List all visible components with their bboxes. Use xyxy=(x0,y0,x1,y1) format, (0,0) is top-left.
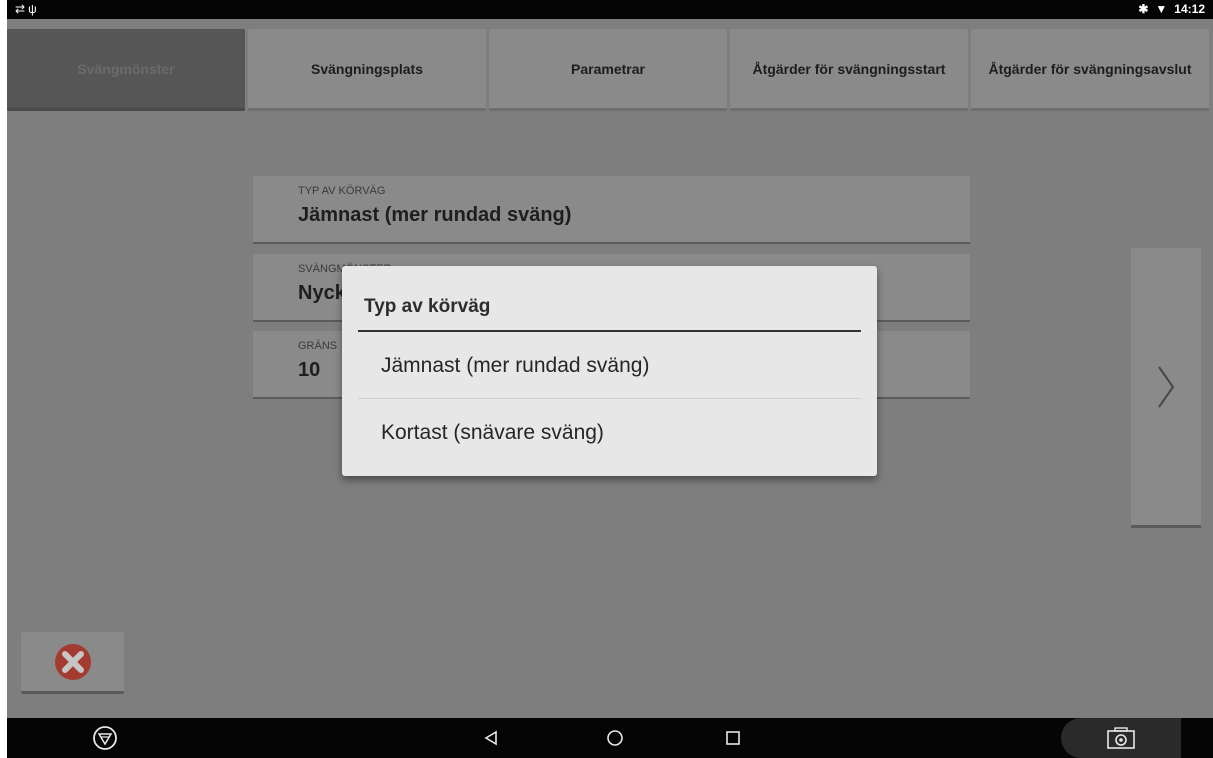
tab-atgarder-avslut[interactable]: Åtgärder för svängningsavslut xyxy=(971,29,1209,111)
next-button[interactable] xyxy=(1131,248,1201,528)
back-icon xyxy=(484,730,497,746)
route-type-dialog: Typ av körväg Jämnast (mer rundad sväng)… xyxy=(342,266,877,476)
field-value: Jämnast (mer rundad sväng) xyxy=(298,204,572,226)
tab-bar: Svängmönster Svängningsplats Parametrar … xyxy=(7,29,1213,113)
dialog-title: Typ av körväg xyxy=(364,296,491,317)
tab-parametrar[interactable]: Parametrar xyxy=(489,29,727,111)
shutdown-button[interactable] xyxy=(89,718,121,758)
cancel-button[interactable] xyxy=(21,632,124,694)
tab-svangmonster[interactable]: Svängmönster xyxy=(7,29,245,111)
home-icon xyxy=(607,730,623,746)
close-icon xyxy=(54,643,91,680)
back-button[interactable] xyxy=(479,718,503,758)
nav-bar xyxy=(7,718,1213,758)
signal-icon: ⇄ xyxy=(15,2,29,16)
wifi-icon: ▼ xyxy=(1155,2,1168,16)
tab-atgarder-start[interactable]: Åtgärder för svängningsstart xyxy=(730,29,968,111)
status-bar: ⇄ψ ✱ ▼ 14:12 xyxy=(7,0,1213,19)
clock: 14:12 xyxy=(1174,2,1205,16)
option-shortest[interactable]: Kortast (snävare sväng) xyxy=(358,400,861,466)
field-label: GRÄNS xyxy=(298,340,338,352)
option-smoothest[interactable]: Jämnast (mer rundad sväng) xyxy=(358,333,861,399)
triangle-down-circle-icon xyxy=(93,726,117,750)
field-value: 10 xyxy=(298,359,321,381)
dialog-divider xyxy=(358,330,861,332)
status-right: ✱ ▼ 14:12 xyxy=(1138,2,1205,16)
chevron-right-icon xyxy=(1158,365,1175,408)
status-left-icons: ⇄ψ xyxy=(15,2,40,16)
usb-icon: ψ xyxy=(28,2,40,16)
field-label: TYP AV KÖRVÄG xyxy=(298,185,386,197)
tab-svangningsplats[interactable]: Svängningsplats xyxy=(248,29,486,111)
camera-icon xyxy=(1107,727,1135,749)
screen: ⇄ψ ✱ ▼ 14:12 Svängmönster Svängningsplat… xyxy=(7,0,1213,758)
bluetooth-icon: ✱ xyxy=(1138,2,1149,16)
recents-button[interactable] xyxy=(721,718,745,758)
home-button[interactable] xyxy=(603,718,627,758)
field-typ-av-korvag[interactable]: TYP AV KÖRVÄG Jämnast (mer rundad sväng) xyxy=(253,176,970,244)
screenshot-button[interactable] xyxy=(1061,718,1181,758)
recents-icon xyxy=(726,731,740,745)
